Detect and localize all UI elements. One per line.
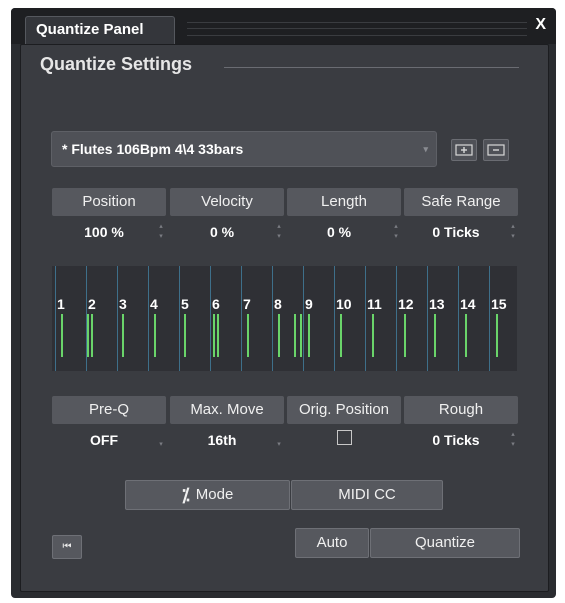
note-marker: [294, 314, 296, 357]
note-marker: [122, 314, 124, 357]
rough-header[interactable]: Rough: [404, 396, 518, 424]
grid-line: [148, 266, 149, 371]
grid-line: [427, 266, 428, 371]
grid-number: 13: [429, 296, 445, 312]
note-marker: [465, 314, 467, 357]
section-title: Quantize Settings: [40, 54, 193, 74]
pre-q-value[interactable]: OFF: [52, 430, 156, 450]
pre-q-dropdown-icon[interactable]: ▾: [157, 430, 165, 450]
note-marker: [372, 314, 374, 357]
grid-line: [210, 266, 211, 371]
add-preset-icon: [455, 144, 473, 156]
max-move-header[interactable]: Max. Move: [170, 396, 284, 424]
position-header[interactable]: Position: [52, 188, 166, 216]
grid-line: [489, 266, 490, 371]
section-divider: [224, 67, 519, 68]
rewind-icon: ⏮: [62, 541, 72, 552]
remove-preset-icon: [487, 144, 505, 156]
note-marker: [217, 314, 219, 357]
note-marker: [247, 314, 249, 357]
grid-line: [303, 266, 304, 371]
rough-value[interactable]: 0 Ticks: [404, 430, 508, 450]
note-marker: [340, 314, 342, 357]
max-move-value[interactable]: 16th: [170, 430, 274, 450]
note-marker: [213, 314, 215, 357]
mode-button[interactable]: ⁒ Mode: [125, 480, 290, 510]
note-marker: [184, 314, 186, 357]
grid-line: [55, 266, 56, 371]
remove-preset-button[interactable]: [483, 139, 509, 161]
safe-range-value[interactable]: 0 Ticks: [404, 222, 508, 242]
add-preset-button[interactable]: [451, 139, 477, 161]
grid-line: [272, 266, 273, 371]
grid-number: 8: [274, 296, 282, 312]
pre-q-header[interactable]: Pre-Q: [52, 396, 166, 424]
length-header[interactable]: Length: [287, 188, 401, 216]
length-value[interactable]: 0 %: [287, 222, 391, 242]
auto-button[interactable]: Auto: [295, 528, 369, 558]
quantize-panel-window: Quantize Panel X Quantize Settings * Flu…: [11, 8, 556, 598]
note-marker: [434, 314, 436, 357]
grid-number: 7: [243, 296, 251, 312]
position-value[interactable]: 100 %: [52, 222, 156, 242]
midi-cc-button[interactable]: MIDI CC: [291, 480, 443, 510]
velocity-header[interactable]: Velocity: [170, 188, 284, 216]
note-marker: [87, 314, 89, 357]
grid-line: [179, 266, 180, 371]
grid-number: 6: [212, 296, 220, 312]
grid-number: 4: [150, 296, 158, 312]
iterative-quantize-icon: ⁒: [181, 485, 190, 505]
grid-line: [365, 266, 366, 371]
grid-number: 15: [491, 296, 507, 312]
quantize-grid[interactable]: 1 2 3 4 5 6 7 8 9 10 11 12 13 14 15: [52, 266, 517, 371]
tab-quantize-panel[interactable]: Quantize Panel: [25, 16, 175, 44]
quantize-button[interactable]: Quantize: [370, 528, 520, 558]
dropdown-arrow-icon: ▾: [423, 144, 428, 154]
grid-number: 5: [181, 296, 189, 312]
grid-number: 1: [57, 296, 65, 312]
title-bar: Quantize Panel X: [11, 8, 556, 44]
note-marker: [154, 314, 156, 357]
grid-number: 3: [119, 296, 127, 312]
note-marker: [308, 314, 310, 357]
grid-number: 11: [367, 296, 382, 312]
orig-position-header[interactable]: Orig. Position: [287, 396, 401, 424]
grid-number: 12: [398, 296, 414, 312]
preset-dropdown[interactable]: * Flutes 106Bpm 4\4 33bars ▾: [51, 131, 437, 167]
close-button[interactable]: X: [535, 15, 546, 35]
note-marker: [61, 314, 63, 357]
grid-number: 14: [460, 296, 476, 312]
grid-line: [241, 266, 242, 371]
length-stepper-icon[interactable]: ▴ ▾: [392, 222, 400, 242]
grid-line: [117, 266, 118, 371]
mode-label: Mode: [195, 486, 234, 503]
rough-stepper-icon[interactable]: ▴ ▾: [509, 430, 517, 450]
position-stepper-icon[interactable]: ▴ ▾: [157, 222, 165, 242]
grid-line: [458, 266, 459, 371]
reset-quantize-button[interactable]: ⏮: [52, 535, 82, 559]
orig-position-checkbox[interactable]: [337, 430, 352, 445]
grid-line: [396, 266, 397, 371]
note-marker: [496, 314, 498, 357]
velocity-stepper-icon[interactable]: ▴ ▾: [275, 222, 283, 242]
note-marker: [91, 314, 93, 357]
note-marker: [404, 314, 406, 357]
grid-number: 2: [88, 296, 96, 312]
title-bar-grip: [187, 22, 527, 36]
safe-range-stepper-icon[interactable]: ▴ ▾: [509, 222, 517, 242]
preset-value: * Flutes 106Bpm 4\4 33bars: [62, 141, 244, 157]
safe-range-header[interactable]: Safe Range: [404, 188, 518, 216]
note-marker: [300, 314, 302, 357]
grid-line: [334, 266, 335, 371]
note-marker: [278, 314, 280, 357]
max-move-dropdown-icon[interactable]: ▾: [275, 430, 283, 450]
grid-number: 9: [305, 296, 313, 312]
velocity-value[interactable]: 0 %: [170, 222, 274, 242]
grid-number: 10: [336, 296, 352, 312]
